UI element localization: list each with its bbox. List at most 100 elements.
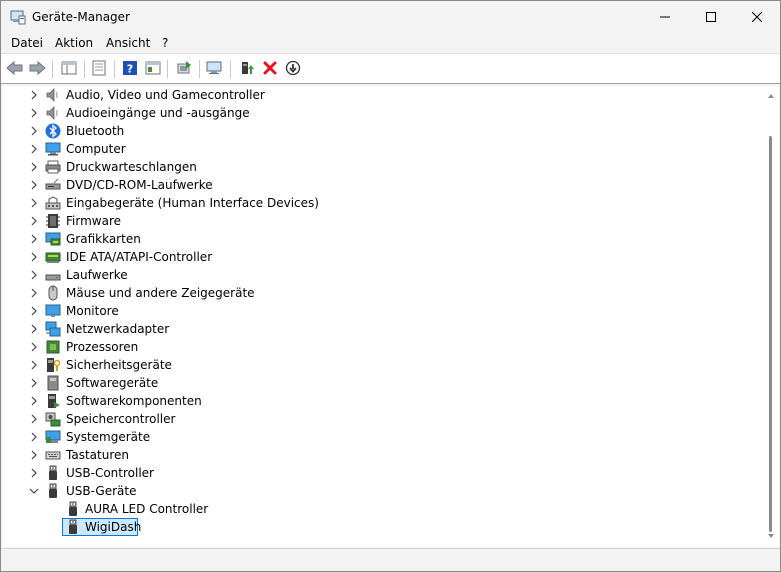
tree-item-label: Softwaregeräte [66,376,159,390]
help-button[interactable]: ? [120,58,140,78]
console-tree-button[interactable] [59,58,79,78]
chevron-right-icon[interactable] [29,306,39,316]
chevron-right-icon[interactable] [29,360,39,370]
system-device-icon [45,430,61,443]
tree-item-sicherheitsgeraete[interactable]: Sicherheitsgeräte [3,356,763,374]
tree-child-label: WigiDash [85,520,142,534]
scan-hardware-button[interactable] [205,58,225,78]
tree-item-label: USB-Geräte [66,484,137,498]
speaker-icon [46,88,58,102]
chevron-right-icon[interactable] [29,414,39,424]
chevron-right-icon[interactable] [29,126,39,136]
tree-item-softwaregeraete[interactable]: Softwaregeräte [3,374,763,392]
storage-controller-icon [45,412,61,427]
tree-item-netzwerkadapter[interactable]: Netzwerkadapter [3,320,763,338]
tree-item-firmware[interactable]: Firmware [3,212,763,230]
tree-item-ide-ata-atapi-controller[interactable]: IDE ATA/ATAPI-Controller [3,248,763,266]
update-driver-icon [177,61,191,74]
maximize-button[interactable] [688,1,734,32]
chevron-right-icon[interactable] [29,198,39,208]
tree-item-label: Speichercontroller [66,412,176,426]
tree-child-wigidash[interactable]: WigiDash [3,518,763,536]
tree-item-label: USB-Controller [66,466,154,480]
status-bar [1,548,780,571]
scroll-down-icon[interactable] [768,534,774,538]
tree-child-label: AURA LED Controller [85,502,209,516]
scroll-thumb[interactable] [769,136,772,532]
bluetooth-icon [45,123,61,139]
tree-item-laufwerke[interactable]: Laufwerke [3,266,763,284]
tree-item-systemgeraete[interactable]: Systemgeräte [3,428,763,446]
tree-item-druckwarteschlangen[interactable]: Druckwarteschlangen [3,158,763,176]
chevron-right-icon[interactable] [29,288,39,298]
chevron-right-icon[interactable] [29,450,39,460]
menu-datei[interactable]: Datei [11,35,43,51]
scroll-up-icon[interactable] [768,94,774,98]
software-component-icon [48,394,60,408]
tree-item-dvd-cd-rom-laufwerke[interactable]: DVD/CD-ROM-Laufwerke [3,176,763,194]
toolbar: ? [1,54,780,84]
chevron-right-icon[interactable] [29,324,39,334]
tree-item-softwarekomponenten[interactable]: Softwarekomponenten [3,392,763,410]
tree-item-grafikkarten[interactable]: Grafikkarten [3,230,763,248]
mouse-icon [48,285,58,301]
chevron-right-icon[interactable] [29,342,39,352]
tree-item-tastaturen[interactable]: Tastaturen [3,446,763,464]
chevron-right-icon[interactable] [29,432,39,442]
tree-item-computer[interactable]: Computer [3,140,763,158]
properties-button[interactable] [89,58,109,78]
tree-item-maeuse-und-andere-zeigegeraete[interactable]: Mäuse und andere Zeigegeräte [3,284,763,302]
device-manager-icon [10,10,26,25]
tree-item-prozessoren[interactable]: Prozessoren [3,338,763,356]
vertical-scrollbar[interactable] [763,86,779,547]
tree-item-speichercontroller[interactable]: Speichercontroller [3,410,763,428]
chevron-right-icon[interactable] [29,468,39,478]
tree-item-audio-video-und-gamecontroller[interactable]: Audio, Video und Gamecontroller [3,86,763,104]
view-button[interactable] [143,58,163,78]
disk-drive-icon [45,274,61,281]
chevron-right-icon[interactable] [29,396,39,406]
chevron-right-icon[interactable] [29,270,39,280]
tree-item-usb-controller[interactable]: USB-Controller [3,464,763,482]
tree-item-audioeingaenge-und-ausgaenge[interactable]: Audioeingänge und -ausgänge [3,104,763,122]
tree-item-eingabegeraete-human-interface-devices[interactable]: Eingabegeräte (Human Interface Devices) [3,194,763,212]
security-device-icon [47,358,61,372]
chevron-right-icon[interactable] [29,144,39,154]
chevron-right-icon[interactable] [29,108,39,118]
forward-button[interactable] [27,58,47,78]
uninstall-device-button[interactable] [260,58,280,78]
tree-item-monitore[interactable]: Monitore [3,302,763,320]
back-button[interactable] [5,58,25,78]
computer-icon [45,142,61,156]
software-device-icon [47,375,59,391]
chevron-right-icon[interactable] [29,180,39,190]
minimize-button[interactable] [642,1,688,32]
tree-item-label: Tastaturen [66,448,129,462]
menu-help[interactable]: ? [162,35,168,51]
menu-ansicht[interactable]: Ansicht [106,35,150,51]
menu-aktion[interactable]: Aktion [55,35,93,51]
chevron-right-icon[interactable] [29,252,39,262]
chevron-right-icon[interactable] [29,216,39,226]
tree-item-bluetooth[interactable]: Bluetooth [3,122,763,140]
dvd-drive-icon [45,178,61,190]
tree-item-label: Laufwerke [66,268,128,282]
update-driver-button[interactable] [174,58,194,78]
tree-item-usb-geraete[interactable]: USB-Geräte [3,482,763,500]
chevron-right-icon[interactable] [29,90,39,100]
chevron-down-icon[interactable] [29,486,39,496]
chevron-right-icon[interactable] [29,378,39,388]
tree-child-aura-led-controller[interactable]: AURA LED Controller [3,500,763,518]
tree-item-label: Systemgeräte [66,430,151,444]
chevron-right-icon[interactable] [29,234,39,244]
title-bar[interactable]: Geräte-Manager [1,1,780,32]
disable-device-button[interactable] [283,58,303,78]
window-title: Geräte-Manager [32,10,130,24]
help-icon: ? [123,61,137,76]
enable-device-button[interactable] [237,58,257,78]
forward-arrow-icon [29,60,46,76]
tree-item-label: IDE ATA/ATAPI-Controller [66,250,213,264]
chevron-right-icon[interactable] [29,162,39,172]
device-tree[interactable]: Audio, Video und Gamecontroller Audioeing… [3,86,763,547]
enable-device-icon [242,62,254,74]
